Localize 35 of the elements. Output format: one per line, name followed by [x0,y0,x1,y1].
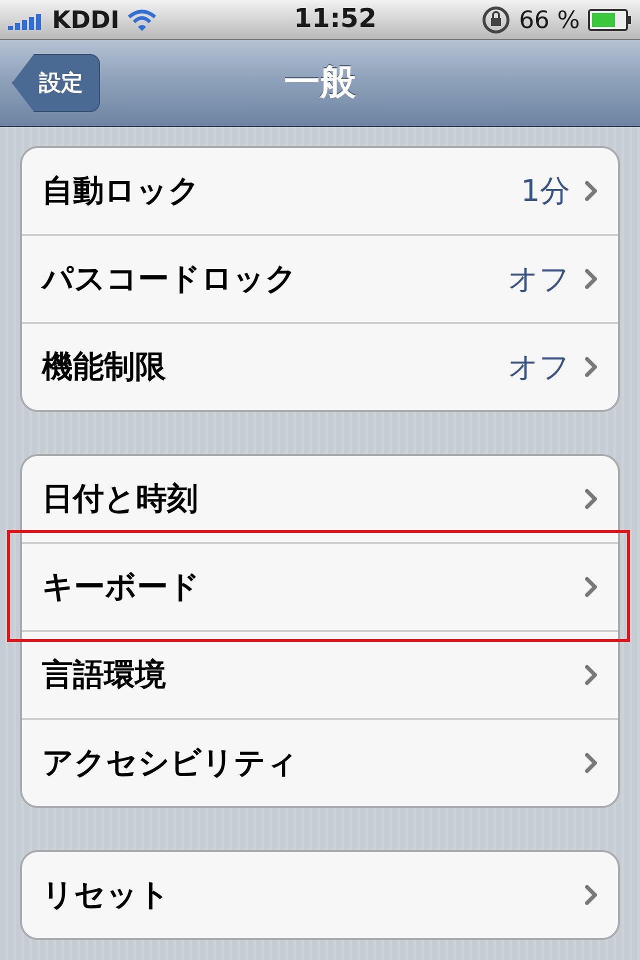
chevron-icon [584,488,598,510]
carrier-name: KDDI [52,4,120,36]
settings-row[interactable]: リセット [22,852,618,938]
battery-percent: 66 % [519,4,580,36]
row-value: オフ [508,260,570,298]
row-label: 機能制限 [42,348,167,387]
row-value: 1分 [520,172,570,210]
chevron-icon [584,356,598,378]
row-value: オフ [508,348,570,386]
row-label: 日付と時刻 [42,480,199,519]
status-time: 11:52 [294,3,377,36]
chevron-icon [584,884,598,906]
row-label: 自動ロック [42,172,201,211]
chevron-icon [584,576,598,598]
chevron-icon [584,180,598,202]
settings-row[interactable]: パスコードロック オフ [22,236,618,322]
settings-row[interactable]: アクセシビリティ [22,720,618,806]
chevron-icon [584,752,598,774]
row-label: リセット [42,876,171,915]
back-button[interactable]: 設定 [12,54,100,112]
row-label: パスコードロック [42,260,298,299]
rotation-lock-icon [481,4,512,34]
settings-row[interactable]: 機能制限 オフ [22,324,618,410]
settings-row[interactable]: キーボード [22,544,618,630]
page-title: 一般 [284,61,356,105]
row-label: アクセシビリティ [42,744,299,783]
wifi-icon [127,8,158,30]
row-label: 言語環境 [42,656,167,695]
settings-row[interactable]: 言語環境 [22,632,618,718]
chevron-icon [584,664,598,686]
row-label: キーボード [42,568,201,607]
settings-row[interactable]: 自動ロック 1分 [22,148,618,234]
battery-icon [588,8,632,30]
chevron-icon [584,268,598,290]
settings-row[interactable]: 日付と時刻 [22,456,618,542]
